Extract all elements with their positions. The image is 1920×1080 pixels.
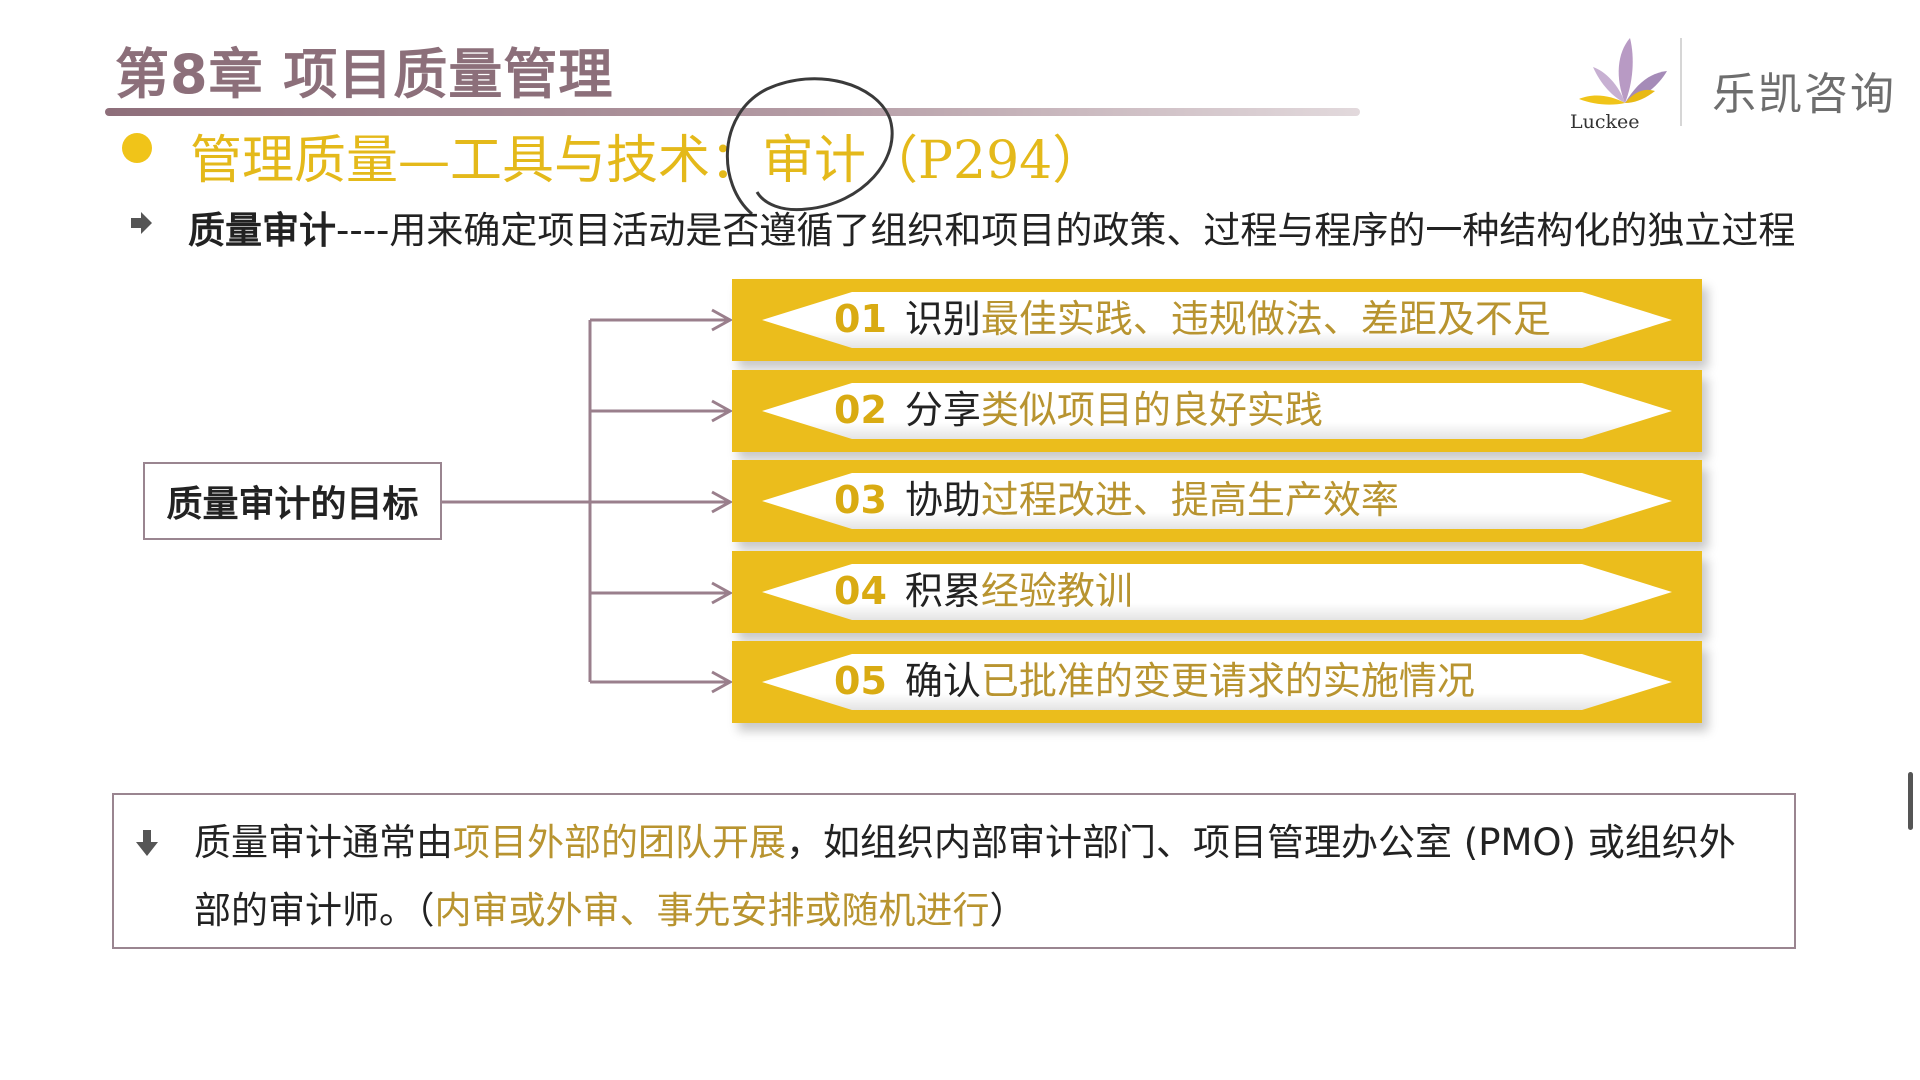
goal-text: 05 确认已批准的变更请求的实施情况: [834, 650, 1475, 705]
goal-prefix: 积累: [904, 569, 981, 613]
goal-text: 04 积累经验教训: [834, 560, 1133, 615]
goal-number: 04: [834, 569, 887, 613]
goal-banner-04: 04 积累经验教训: [732, 551, 1702, 633]
note-highlight-2: 内审或外审、事先安排或随机进行: [434, 889, 990, 932]
note-part-3: ）: [989, 889, 1027, 932]
goal-highlight: 经验教训: [980, 569, 1133, 613]
goal-prefix: 分享: [904, 388, 981, 432]
goal-banner-02: 02 分享类似项目的良好实践: [732, 370, 1702, 452]
goal-banner-03: 03 协助过程改进、提高生产效率: [732, 460, 1702, 542]
goal-prefix: 协助: [904, 478, 981, 522]
goal-highlight: 过程改进、提高生产效率: [980, 478, 1399, 522]
goal-prefix: 确认: [904, 659, 981, 703]
goal-text: 03 协助过程改进、提高生产效率: [834, 469, 1399, 524]
goal-highlight: 最佳实践、违规做法、差距及不足: [980, 297, 1551, 341]
goal-highlight: 类似项目的良好实践: [980, 388, 1323, 432]
note-part-1: 质量审计通常由: [194, 821, 453, 864]
goal-text: 01 识别最佳实践、违规做法、差距及不足: [834, 288, 1551, 343]
scroll-indicator[interactable]: [1908, 772, 1913, 830]
goal-prefix: 识别: [904, 297, 981, 341]
goal-number: 02: [834, 388, 887, 432]
goal-banner-05: 05 确认已批准的变更请求的实施情况: [732, 641, 1702, 723]
goal-highlight: 已批准的变更请求的实施情况: [980, 659, 1475, 703]
note-box: 质量审计通常由项目外部的团队开展，如组织内部审计部门、项目管理办公室 (PMO)…: [112, 793, 1796, 949]
note-highlight-1: 项目外部的团队开展: [453, 821, 786, 864]
down-arrow-bullet-icon: [136, 830, 158, 856]
goal-number: 03: [834, 478, 887, 522]
goal-number: 01: [834, 297, 887, 341]
goal-text: 02 分享类似项目的良好实践: [834, 379, 1323, 434]
goal-number: 05: [834, 659, 887, 703]
goal-banner-01: 01 识别最佳实践、违规做法、差距及不足: [732, 279, 1702, 361]
note-text: 质量审计通常由项目外部的团队开展，如组织内部审计部门、项目管理办公室 (PMO)…: [194, 809, 1754, 945]
